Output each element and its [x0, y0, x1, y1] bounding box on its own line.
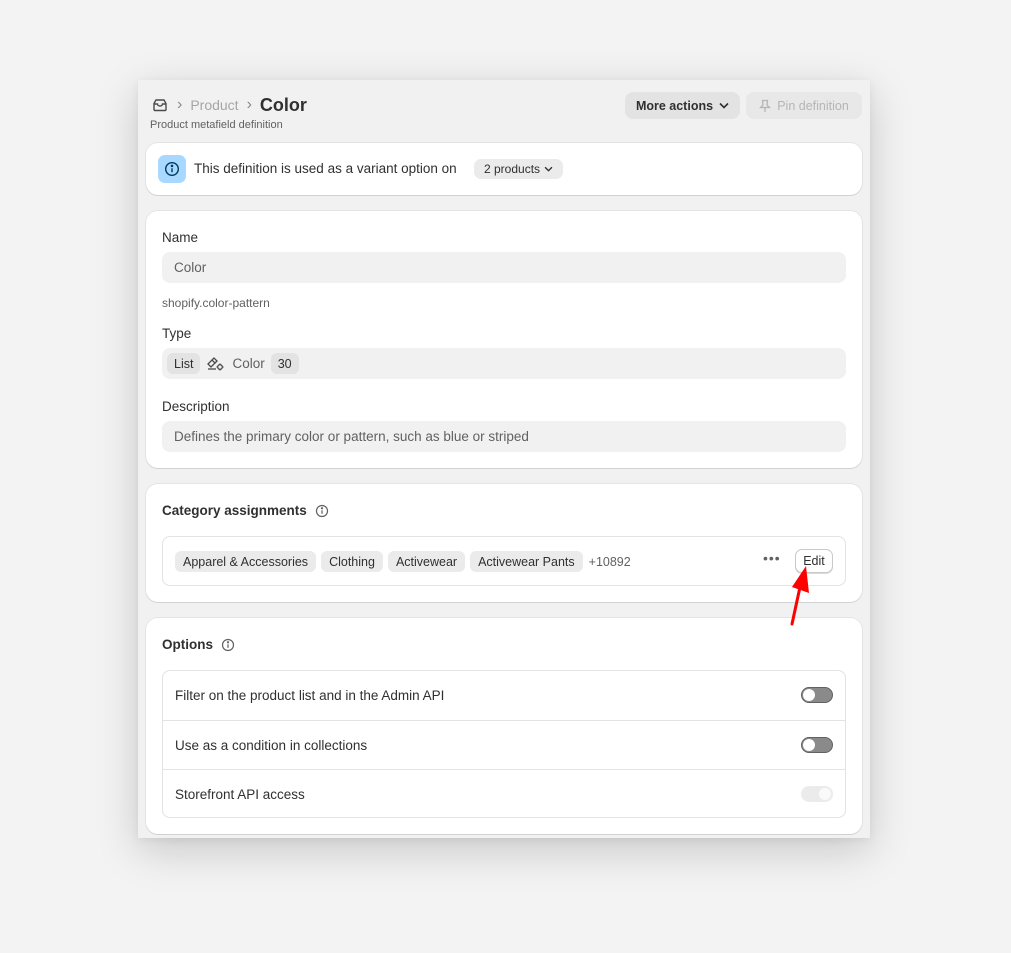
category-tag: Activewear Pants [470, 551, 583, 572]
name-field[interactable]: Color [162, 252, 846, 283]
breadcrumb-separator: › [177, 96, 183, 113]
namespace-key: shopify.color-pattern [162, 296, 270, 310]
pin-icon [759, 99, 772, 112]
option-row-filter: Filter on the product list and in the Ad… [163, 671, 845, 720]
more-actions-label: More actions [635, 98, 714, 113]
metaobject-icon[interactable] [151, 96, 169, 114]
type-name: Color [232, 356, 265, 371]
description-label: Description [162, 399, 230, 414]
annotation-arrow-icon [790, 566, 809, 626]
option-label: Use as a condition in collections [175, 737, 368, 753]
chevron-down-icon [544, 166, 553, 172]
pin-definition-button[interactable]: Pin definition [746, 92, 862, 119]
name-value: Color [174, 260, 207, 275]
products-popover-button[interactable]: 2 products [474, 159, 564, 179]
category-tag: Apparel & Accessories [175, 551, 317, 572]
collections-condition-toggle[interactable] [801, 737, 833, 753]
breadcrumb: › Product › Color [151, 94, 307, 116]
metafield-definition-window: › Product › Color Product metafield defi… [138, 80, 870, 838]
more-options-icon[interactable]: ••• [763, 550, 781, 566]
more-categories-count: +10892 [588, 554, 631, 569]
filter-toggle[interactable] [801, 687, 833, 703]
page-subtitle: Product metafield definition [150, 119, 283, 131]
info-icon [158, 155, 186, 183]
category-tag: Activewear [387, 551, 466, 572]
options-card: Options Filter on the product list and i… [146, 618, 862, 834]
type-count-chip: 30 [270, 353, 299, 374]
breadcrumb-product-link[interactable]: Product [190, 97, 238, 113]
option-label: Filter on the product list and in the Ad… [175, 688, 445, 703]
option-label: Storefront API access [175, 786, 305, 802]
pin-definition-label: Pin definition [777, 98, 849, 113]
category-assignments-title: Category assignments [162, 503, 307, 518]
options-list-box: Filter on the product list and in the Ad… [162, 670, 846, 818]
category-tag: Clothing [321, 551, 383, 572]
description-value: Defines the primary color or pattern, su… [174, 429, 529, 444]
more-actions-button[interactable]: More actions [625, 92, 740, 119]
chevron-down-icon [719, 102, 729, 109]
options-heading: Options [162, 637, 235, 652]
option-row-storefront: Storefront API access [163, 769, 845, 818]
type-field[interactable]: List Color 30 [162, 348, 846, 379]
category-tags: Apparel & Accessories Clothing Activewea… [175, 551, 631, 572]
definition-details-card: Name Color shopify.color-pattern Type Li… [146, 211, 862, 468]
info-icon[interactable] [315, 504, 329, 518]
breadcrumb-separator: › [246, 96, 252, 113]
page-title: Color [259, 94, 307, 115]
description-field[interactable]: Defines the primary color or pattern, su… [162, 421, 846, 452]
variant-option-banner: This definition is used as a variant opt… [146, 143, 862, 195]
type-list-chip: List [167, 353, 201, 374]
banner-text: This definition is used as a variant opt… [194, 161, 457, 176]
info-icon[interactable] [221, 638, 235, 652]
color-type-icon [207, 356, 224, 370]
options-title: Options [162, 637, 213, 652]
category-assignments-heading: Category assignments [162, 503, 329, 518]
name-label: Name [162, 230, 199, 245]
products-count-label: 2 products [484, 162, 541, 176]
type-label: Type [162, 326, 192, 341]
option-row-collections: Use as a condition in collections [163, 720, 845, 769]
category-assignments-card: Category assignments Apparel & Accessori… [146, 484, 862, 602]
page-header: › Product › Color Product metafield defi… [138, 80, 870, 140]
category-list-box: Apparel & Accessories Clothing Activewea… [162, 536, 846, 586]
storefront-api-toggle[interactable] [801, 786, 833, 802]
